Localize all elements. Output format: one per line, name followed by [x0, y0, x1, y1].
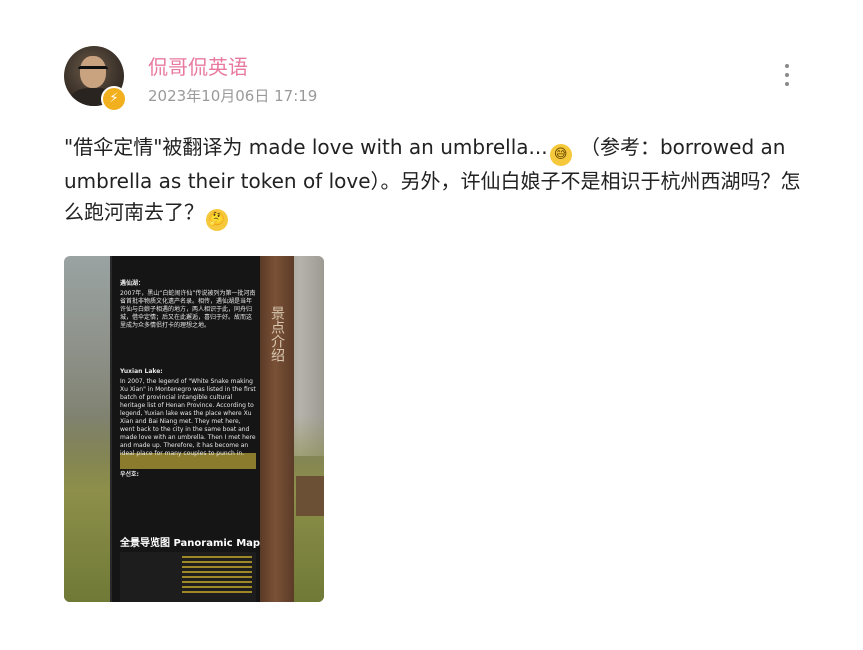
lightning-badge-icon: ⚡: [101, 86, 127, 112]
sign-en-body: In 2007, the legend of "White Snake maki…: [120, 378, 256, 457]
sign-cn-body: 2007年，黑山“白蛇闹许仙”传说被列为第一批河南省首批非物质文化遗产名录。相传…: [120, 290, 256, 329]
sign-board: 遇仙湖： 2007年，黑山“白蛇闹许仙”传说被列为第一批河南省首批非物质文化遗产…: [110, 256, 262, 602]
post-vertical-text: 景点介绍: [269, 306, 285, 362]
post-timestamp: 2023年10月06日 17:19: [148, 87, 318, 105]
thinking-emoji-icon: 🤔: [206, 209, 228, 231]
sign-en-title: Yuxian Lake:: [120, 368, 163, 375]
post-text: "借伞定情"被翻译为 made love with an umbrella...…: [64, 132, 804, 231]
avatar-glasses: [78, 66, 108, 77]
sign-map-legend: [182, 556, 252, 596]
sign-cn-title: 遇仙湖：: [120, 280, 145, 287]
sign-map-title: 全景导览图 Panoramic Map: [120, 538, 261, 549]
username[interactable]: 侃哥侃英语: [148, 51, 248, 80]
more-options-icon[interactable]: [782, 64, 792, 90]
post-photo[interactable]: 遇仙湖： 2007年，黑山“白蛇闹许仙”传说被列为第一批河南省首批非物质文化遗产…: [64, 256, 324, 602]
wooden-post: 景点介绍: [260, 256, 294, 602]
sign-kr-title: 우선호:: [120, 471, 139, 478]
wooden-bench: [296, 476, 324, 516]
sweat-smile-emoji-icon: 😅: [549, 144, 572, 166]
post-text-part-1: "借伞定情"被翻译为 made love with an umbrella...: [64, 135, 548, 159]
